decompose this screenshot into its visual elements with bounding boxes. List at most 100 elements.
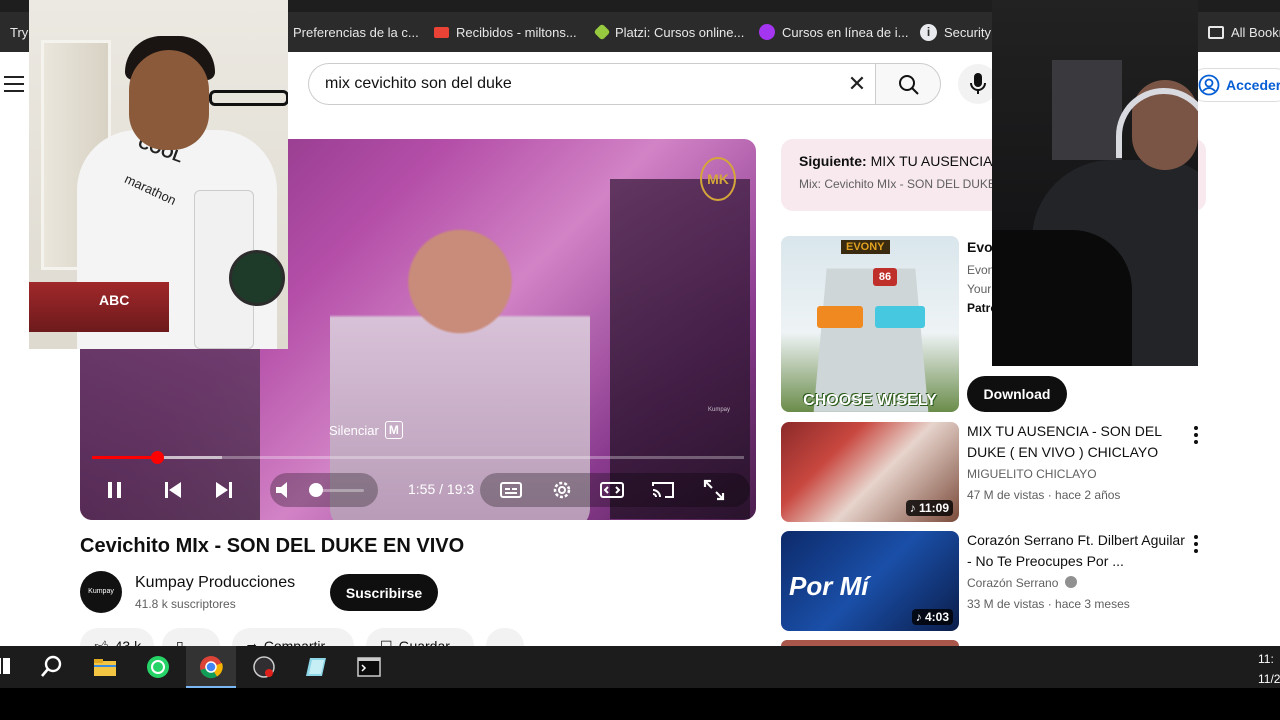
search-button[interactable] bbox=[875, 63, 941, 105]
download-button[interactable]: Download bbox=[967, 376, 1067, 412]
bookmark-label: Cursos en línea de i... bbox=[782, 24, 909, 40]
bookmark-item[interactable]: Preferencias de la c... bbox=[293, 12, 419, 52]
ad-scene bbox=[813, 268, 929, 412]
bookmark-item[interactable]: Cursos en línea de i... bbox=[759, 12, 908, 52]
webcam-background bbox=[1052, 60, 1122, 160]
obs-studio-icon[interactable] bbox=[251, 654, 277, 680]
more-options-icon[interactable] bbox=[1194, 426, 1200, 444]
video-channel-name: Corazón Serrano bbox=[967, 576, 1059, 590]
video-meta: 33 M de vistas · hace 3 meses bbox=[967, 597, 1130, 611]
notepad-app-icon[interactable] bbox=[304, 654, 330, 680]
sign-in-label: Acceder bbox=[1226, 77, 1280, 93]
search-input-value: mix cevichito son del duke bbox=[325, 75, 512, 92]
subscriber-count: 41.8 k suscriptores bbox=[135, 597, 236, 611]
volume-icon[interactable] bbox=[272, 477, 298, 503]
sign-in-button[interactable]: Acceder bbox=[1189, 68, 1280, 102]
windows-taskbar: 11: 11/2 bbox=[0, 646, 1280, 688]
video-duration-value: 4:03 bbox=[924, 610, 949, 624]
info-icon: i bbox=[920, 23, 937, 41]
channel-name[interactable]: Kumpay Producciones bbox=[135, 574, 295, 592]
search-icon[interactable] bbox=[38, 654, 64, 680]
progress-played bbox=[92, 456, 158, 459]
ad-counter: 86 bbox=[873, 268, 897, 286]
bookmark-item[interactable]: Recibidos - miltons... bbox=[434, 12, 577, 52]
menu-icon[interactable] bbox=[4, 76, 24, 92]
whatsapp-icon[interactable] bbox=[145, 654, 171, 680]
bookmark-label: Platzi: Cursos online... bbox=[615, 24, 745, 40]
clock-date: 11/2 bbox=[1258, 672, 1280, 686]
fullscreen-icon[interactable] bbox=[701, 477, 727, 503]
subtitles-icon[interactable] bbox=[498, 477, 524, 503]
account-icon bbox=[1198, 74, 1220, 96]
chrome-icon[interactable] bbox=[198, 654, 224, 680]
ad-caption: CHOOSE WISELY bbox=[803, 392, 937, 409]
folder-icon bbox=[1208, 25, 1224, 39]
video-duration: ♪ 4:03 bbox=[911, 609, 953, 625]
more-options-icon[interactable] bbox=[1194, 535, 1200, 553]
shirt-print: marathon bbox=[122, 171, 179, 208]
platzi-icon bbox=[593, 23, 611, 41]
video-thumbnail[interactable]: ♪ 11:09 bbox=[781, 422, 959, 522]
up-next-label: Siguiente: bbox=[799, 153, 867, 169]
file-explorer-icon[interactable] bbox=[92, 654, 118, 680]
ad-gate-blue bbox=[875, 306, 925, 328]
udemy-icon bbox=[759, 24, 775, 40]
time-display: 1:55 / 19:3 bbox=[408, 481, 475, 497]
bookmark-item[interactable]: Try bbox=[10, 12, 28, 52]
thumbnail-text: Por Mí bbox=[789, 571, 869, 601]
next-icon[interactable] bbox=[211, 477, 237, 503]
webcam-person bbox=[209, 90, 288, 106]
previous-icon[interactable] bbox=[160, 477, 186, 503]
video-channel[interactable]: MIGUELITO CHICLAYO bbox=[967, 467, 1097, 481]
starbucks-logo bbox=[229, 250, 285, 306]
music-note-icon: ♪ bbox=[915, 610, 925, 624]
webcam-overlay-right bbox=[992, 0, 1198, 366]
bookmark-label: Try bbox=[10, 24, 29, 40]
theater-mode-icon[interactable] bbox=[599, 477, 625, 503]
clock-time: 11: bbox=[1258, 652, 1274, 666]
video-title-link[interactable]: Corazón Serrano Ft. Dilbert Aguilar - No… bbox=[967, 530, 1187, 572]
cast-icon[interactable] bbox=[650, 477, 676, 503]
music-note-icon: ♪ bbox=[909, 501, 919, 515]
bookmark-label: Security bbox=[944, 24, 991, 40]
system-clock[interactable]: 11: 11/2 bbox=[1258, 649, 1280, 689]
ad-line: Your bbox=[967, 282, 992, 296]
video-title-link[interactable]: MIX TU AUSENCIA - SON DEL DUKE ( EN VIVO… bbox=[967, 421, 1187, 463]
letterbox-bottom bbox=[0, 688, 1280, 720]
channel-watermark-logo: MK bbox=[700, 157, 736, 201]
video-channel[interactable]: Corazón Serrano bbox=[967, 576, 1077, 590]
settings-gear-icon[interactable] bbox=[549, 477, 575, 503]
video-thumbnail[interactable]: Por Mí ♪ 4:03 bbox=[781, 531, 959, 631]
ad-thumbnail[interactable]: EVONY 86 CHOOSE WISELY bbox=[781, 236, 959, 412]
bookmark-item[interactable]: Platzi: Cursos online... bbox=[593, 12, 745, 52]
pause-icon[interactable] bbox=[102, 477, 128, 503]
ad-gate-orange bbox=[817, 306, 863, 328]
subscribe-button[interactable]: Suscribirse bbox=[330, 574, 438, 611]
search-input[interactable]: mix cevichito son del duke bbox=[308, 63, 875, 105]
gmail-icon bbox=[434, 26, 449, 38]
video-duration: ♪ 11:09 bbox=[905, 500, 953, 516]
bookmark-item[interactable]: All Bookm bbox=[1208, 12, 1280, 52]
microphone-icon bbox=[970, 73, 986, 94]
terminal-icon[interactable] bbox=[356, 654, 382, 680]
webcam-book: ABC bbox=[29, 282, 169, 332]
webcam-overlay-left: COOL marathon ABC bbox=[29, 0, 288, 349]
progress-bar[interactable] bbox=[92, 451, 744, 464]
mute-tooltip-label: Silenciar bbox=[329, 422, 379, 438]
video-duration-value: 11:09 bbox=[918, 501, 949, 515]
mute-tooltip-key: M bbox=[384, 421, 403, 439]
bookmark-label: All Bookm bbox=[1231, 24, 1280, 40]
clear-search-icon[interactable]: ✕ bbox=[846, 73, 868, 96]
webcam-headphones bbox=[1116, 88, 1198, 158]
video-frame-singer bbox=[330, 199, 590, 520]
bookmark-item[interactable]: i Security bbox=[920, 12, 991, 52]
video-meta: 47 M de vistas · hace 2 años bbox=[967, 488, 1121, 502]
start-button[interactable] bbox=[0, 658, 10, 674]
volume-slider-knob[interactable] bbox=[309, 483, 324, 497]
video-watermark: Kumpay bbox=[708, 407, 731, 413]
video-title: Cevichito MIx - SON DEL DUKE EN VIVO bbox=[80, 535, 465, 557]
search-icon bbox=[899, 75, 919, 95]
bookmark-label: Preferencias de la c... bbox=[293, 24, 419, 40]
book-title: ABC bbox=[99, 292, 130, 308]
channel-avatar[interactable]: Kumpay bbox=[80, 571, 122, 613]
